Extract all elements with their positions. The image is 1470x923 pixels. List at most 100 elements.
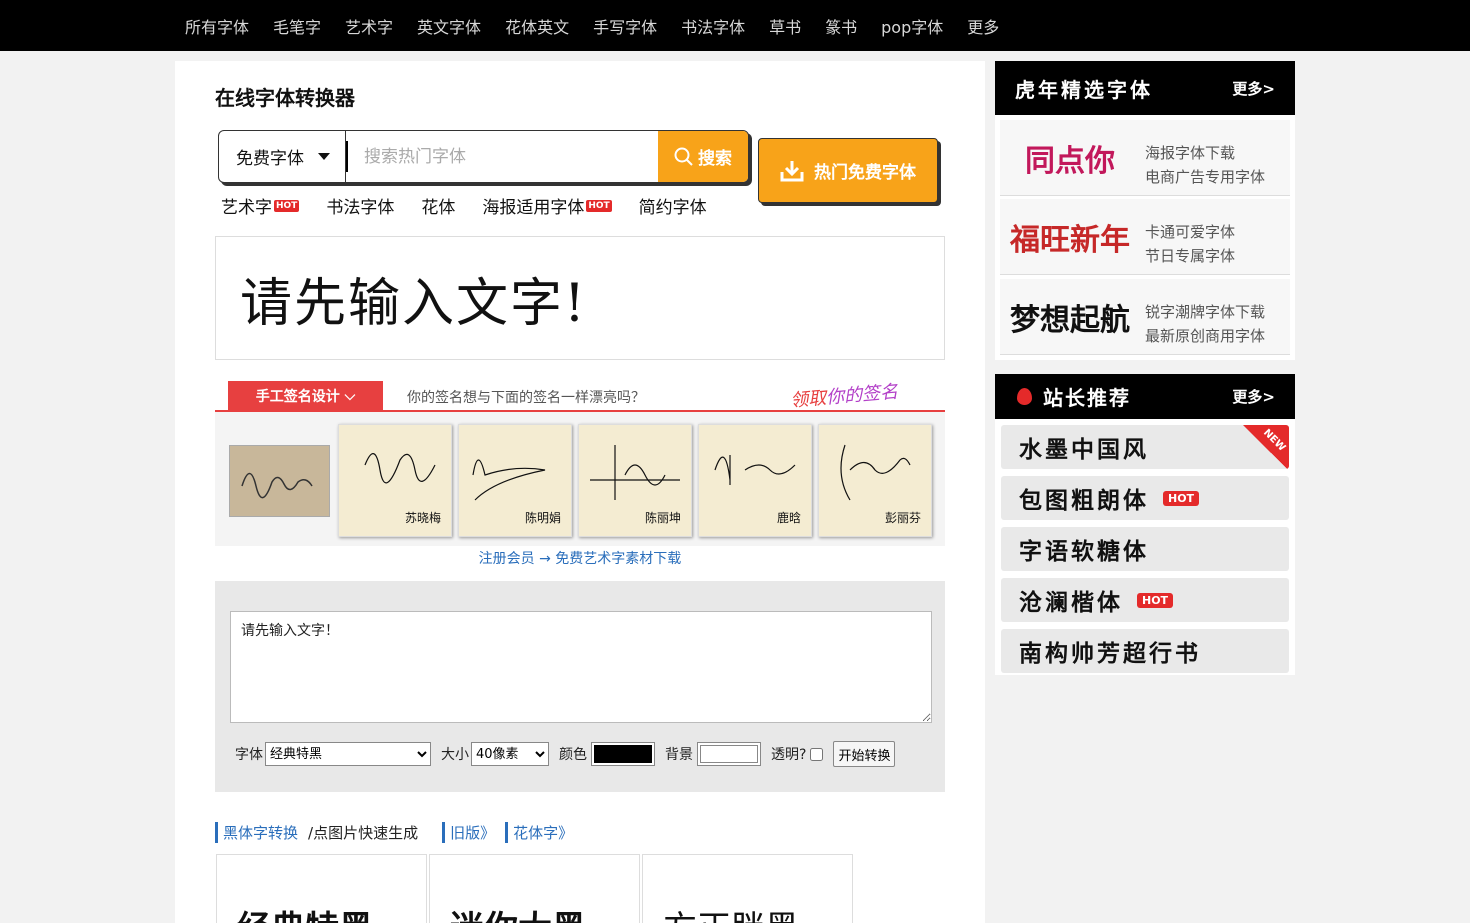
register-link[interactable]: 注册会员 → 免费艺术字素材下载	[175, 548, 985, 568]
text-color-swatch	[594, 745, 652, 763]
search-button[interactable]: 搜索	[658, 131, 748, 182]
get-signature-link[interactable]: 领取你的签名	[789, 377, 899, 412]
recommend-item[interactable]: 字语软糖体	[1001, 527, 1289, 571]
new-badge-text: NEW	[1260, 427, 1288, 454]
nav-item-handwriting[interactable]: 手写字体	[593, 14, 657, 38]
main-panel: 在线字体转换器 免费字体 搜索 热门免费字体 艺术字HOT 书法字体 花体 海报…	[175, 61, 985, 923]
quick-link-fancy[interactable]: 花体	[421, 193, 455, 218]
chevron-down-icon: ⌵	[344, 388, 356, 404]
nav-item-fancy-english[interactable]: 花体英文	[505, 14, 569, 38]
nav-item-art[interactable]: 艺术字	[345, 14, 393, 38]
font-label: 字体	[235, 747, 263, 763]
ad-item[interactable]: 福旺新年 卡通可爱字体 节日专属字体	[1000, 199, 1290, 275]
quick-link-label: 简约字体	[638, 198, 707, 218]
hot-free-fonts-button[interactable]: 热门免费字体	[758, 138, 938, 203]
hot-badge: HOT	[586, 199, 612, 212]
signature-name: 陈丽坤	[644, 511, 681, 525]
size-label: 大小	[441, 747, 469, 763]
nav-item-pop[interactable]: pop字体	[881, 14, 943, 38]
quick-link-label: 海报适用字体	[482, 198, 585, 218]
convert-button[interactable]: 开始转换	[833, 741, 896, 767]
size-select[interactable]: 40像素	[471, 742, 549, 766]
search-input[interactable]	[346, 141, 658, 172]
signature-question: 你的签名想与下面的签名一样漂亮吗？	[407, 390, 645, 406]
quick-link-label: 书法字体	[326, 198, 395, 218]
background-color-picker[interactable]	[697, 742, 761, 766]
signature-card[interactable]: 苏晓梅	[338, 424, 452, 537]
ad-image: 福旺新年	[1010, 207, 1130, 267]
nav-item-all-fonts[interactable]: 所有字体	[185, 14, 249, 38]
chevron-down-icon	[318, 153, 330, 160]
quick-link-poster[interactable]: 海报适用字体 HOT	[482, 193, 612, 218]
signature-name: 苏晓梅	[404, 511, 441, 525]
featured-more-link[interactable]: 更多>	[1232, 78, 1275, 99]
nav-item-more[interactable]: 更多	[967, 14, 999, 38]
converter-controls: 字体 经典特黑 大小 40像素 颜色 背景 透明? 开始转换	[235, 741, 896, 767]
signature-tab-label: 手工签名设计	[255, 389, 340, 405]
featured-fonts-header: 虎年精选字体 更多>	[995, 61, 1295, 115]
font-sample-text: 经典特黑	[237, 901, 373, 923]
ad-line-1: 卡通可爱字体	[1145, 223, 1236, 241]
signature-banner[interactable]: 手工签名设计 ⌵ 你的签名想与下面的签名一样漂亮吗？ 领取你的签名 苏晓梅 陈明…	[215, 380, 945, 546]
recommend-item[interactable]: 水墨中国风 NEW	[1001, 425, 1289, 469]
signature-card[interactable]: 陈丽坤	[578, 424, 692, 537]
signature-card[interactable]: 彭丽芬	[818, 424, 932, 537]
recommend-list: 水墨中国风 NEW 包图粗朗体 HOT 字语软糖体 沧澜楷体 HOT 南构帅芳超…	[995, 419, 1295, 675]
ad-image-text: 同点你	[1025, 144, 1115, 179]
get-suffix: 你的签名	[825, 381, 899, 409]
quick-link-calligraphy[interactable]: 书法字体	[326, 193, 394, 218]
converter-panel: 请先输入文字！ 字体 经典特黑 大小 40像素 颜色 背景 透明? 开始转换	[215, 581, 945, 792]
recommend-header: 站长推荐 更多>	[995, 374, 1295, 419]
font-sample[interactable]: 迷你大黑	[429, 854, 640, 923]
nav-item-english[interactable]: 英文字体	[417, 14, 481, 38]
featured-ads: 同点你 海报字体下载 电商广告专用字体 福旺新年 卡通可爱字体 节日专属字体 梦…	[995, 115, 1295, 360]
transparent-checkbox[interactable]	[810, 747, 824, 761]
background-label: 背景	[665, 747, 693, 763]
signature-sample-stamp	[229, 444, 330, 517]
nav-item-calligraphy[interactable]: 书法字体	[681, 14, 745, 38]
category-dropdown[interactable]: 免费字体	[219, 131, 346, 182]
hot-free-fonts-label: 热门免费字体	[814, 163, 916, 183]
ad-item[interactable]: 梦想起航 锐字潮牌字体下载 最新原创商用字体	[1000, 279, 1290, 355]
font-samples: 经典特黑 迷你大黑 方正胖黑	[216, 854, 855, 923]
signature-tab[interactable]: 手工签名设计 ⌵	[228, 381, 383, 411]
old-version-link[interactable]: 旧版》	[442, 822, 495, 843]
quick-links: 艺术字 HOT 书法字体 花体 海报适用字体 HOT 简约字体	[221, 193, 734, 218]
new-badge: NEW	[1243, 425, 1289, 469]
nav-item-brush[interactable]: 毛笔字	[273, 14, 321, 38]
signature-cards: 苏晓梅 陈明娟 陈丽坤 鹿晗 彭丽芬	[229, 424, 938, 537]
quick-link-art[interactable]: 艺术字 HOT	[221, 193, 300, 218]
ad-line-1: 锐字潮牌字体下载	[1145, 303, 1266, 321]
background-color-swatch	[700, 745, 758, 763]
search-button-label: 搜索	[698, 149, 732, 169]
search-icon	[674, 147, 693, 166]
font-sample-text: 迷你大黑	[450, 901, 586, 923]
nav-list: 所有字体 毛笔字 艺术字 英文字体 花体英文 手写字体 书法字体 草书 篆书 p…	[185, 0, 1023, 51]
ad-image: 梦想起航	[1010, 287, 1130, 347]
fancy-font-link[interactable]: 花体字》	[505, 822, 573, 843]
font-sample[interactable]: 经典特黑	[216, 854, 427, 923]
ad-image-text: 梦想起航	[1010, 303, 1130, 338]
recommend-name: 包图粗朗体	[1019, 487, 1149, 514]
featured-fonts-title: 虎年精选字体	[1015, 77, 1153, 102]
signature-card[interactable]: 陈明娟	[458, 424, 572, 537]
recommend-item[interactable]: 包图粗朗体 HOT	[1001, 476, 1289, 520]
ad-line-1: 海报字体下载	[1145, 144, 1236, 162]
nav-item-seal[interactable]: 篆书	[825, 14, 857, 38]
recommend-more-link[interactable]: 更多>	[1232, 386, 1275, 407]
recommend-item[interactable]: 沧澜楷体 HOT	[1001, 578, 1289, 622]
ad-item[interactable]: 同点你 海报字体下载 电商广告专用字体	[1000, 120, 1290, 196]
page-title: 在线字体转换器	[215, 86, 355, 110]
recommend-item[interactable]: 南构帅芳超行书	[1001, 629, 1289, 673]
download-icon	[780, 160, 804, 181]
text-input[interactable]: 请先输入文字！	[230, 611, 932, 723]
font-select[interactable]: 经典特黑	[265, 742, 431, 766]
signature-header: 手工签名设计 ⌵ 你的签名想与下面的签名一样漂亮吗？ 领取你的签名	[215, 380, 945, 412]
heiti-convert-link[interactable]: 黑体字转换	[215, 822, 298, 843]
quick-link-simple[interactable]: 简约字体	[639, 193, 707, 218]
font-sample[interactable]: 方正胖黑	[642, 854, 853, 923]
top-navigation: 所有字体 毛笔字 艺术字 英文字体 花体英文 手写字体 书法字体 草书 篆书 p…	[0, 0, 1470, 51]
signature-card[interactable]: 鹿晗	[698, 424, 812, 537]
nav-item-cursive[interactable]: 草书	[769, 14, 801, 38]
text-color-picker[interactable]	[591, 742, 655, 766]
